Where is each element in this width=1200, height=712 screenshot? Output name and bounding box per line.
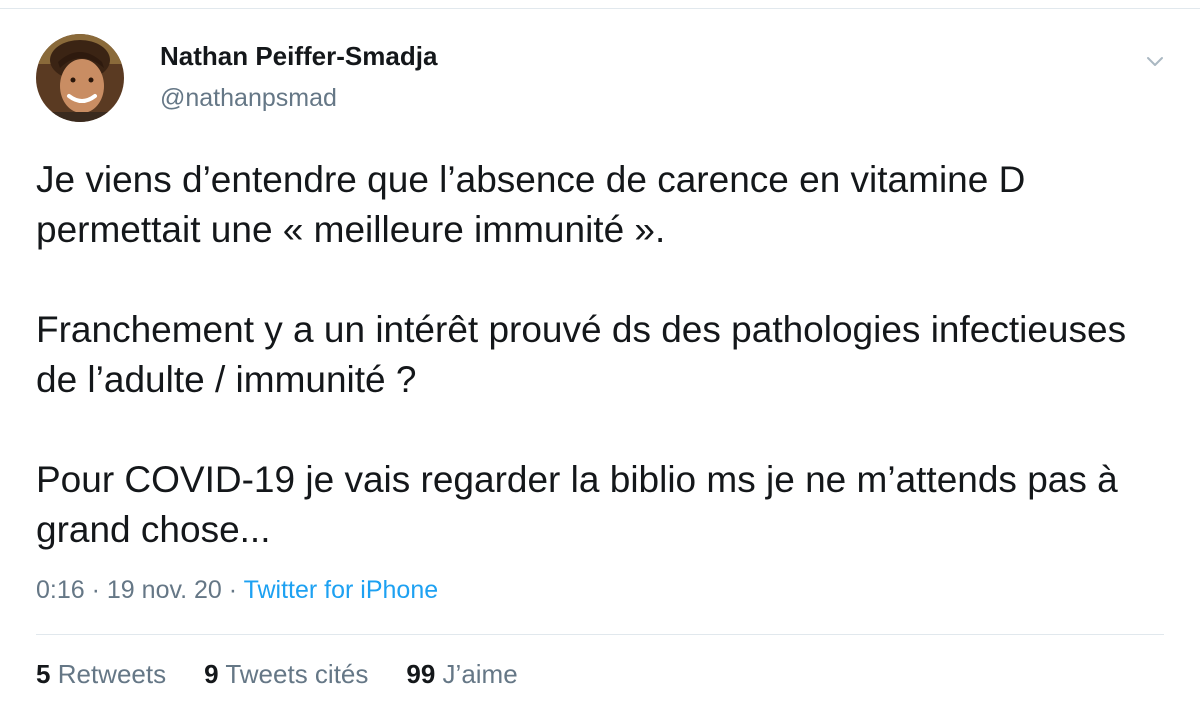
- tweet-time[interactable]: 0:16: [36, 576, 85, 604]
- avatar[interactable]: [36, 34, 124, 122]
- likes-label: J’aime: [442, 659, 518, 689]
- tweet-paragraph: Pour COVID-19 je vais regarder la biblio…: [36, 459, 1118, 550]
- tweet-date[interactable]: 19 nov. 20: [107, 576, 222, 604]
- tweet-paragraph: Je viens d’entendre que l’absence de car…: [36, 159, 1026, 250]
- tweet-menu-button[interactable]: [1142, 50, 1168, 72]
- top-divider: [0, 8, 1200, 9]
- author-display-name[interactable]: Nathan Peiffer-Smadja: [160, 41, 437, 72]
- profile-photo-icon: [36, 34, 124, 122]
- stats-divider: [36, 634, 1164, 635]
- quote-tweets-stat[interactable]: 9 Tweets cités: [204, 659, 368, 690]
- quote-tweets-label: Tweets cités: [225, 659, 369, 689]
- tweet-source-link[interactable]: Twitter for iPhone: [244, 576, 439, 604]
- retweets-count: 5: [36, 659, 51, 689]
- likes-count: 99: [406, 659, 436, 689]
- meta-separator: ·: [91, 576, 100, 604]
- tweet-stats: 5 Retweets 9 Tweets cités 99 J’aime: [36, 659, 518, 690]
- retweets-stat[interactable]: 5 Retweets: [36, 659, 166, 690]
- quote-tweets-count: 9: [204, 659, 219, 689]
- tweet-meta: 0:16 · 19 nov. 20 · Twitter for iPhone: [36, 576, 438, 605]
- chevron-down-icon: [1147, 57, 1163, 66]
- likes-stat[interactable]: 99 J’aime: [406, 659, 517, 690]
- tweet-text: Je viens d’entendre que l’absence de car…: [36, 155, 1176, 555]
- author-username[interactable]: @nathanpsmad: [160, 84, 337, 113]
- retweets-label: Retweets: [57, 659, 167, 689]
- meta-separator: ·: [228, 576, 238, 604]
- tweet-paragraph: Franchement y a un intérêt prouvé ds des…: [36, 309, 1127, 400]
